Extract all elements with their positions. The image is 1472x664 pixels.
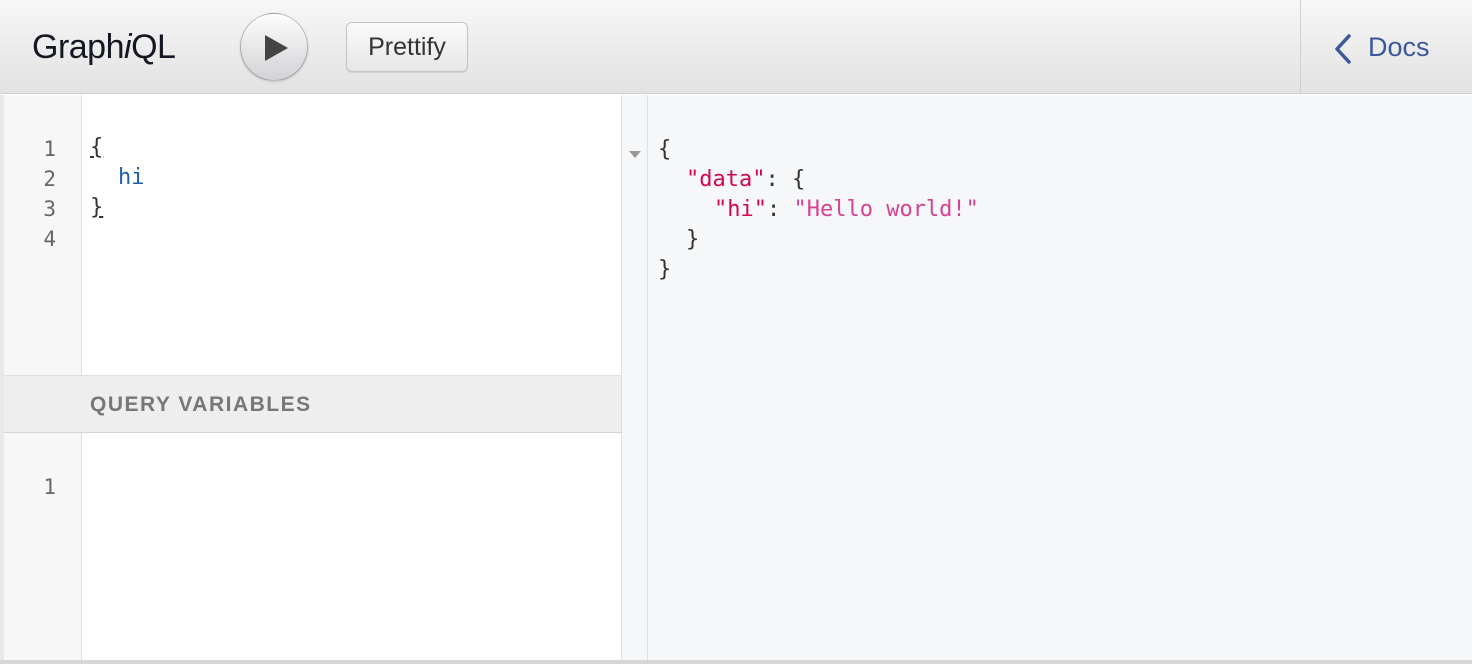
query-line: }: [90, 195, 104, 220]
line-number: 1: [43, 475, 56, 499]
app-title: GraphiQL: [32, 28, 176, 66]
result-gutter: [622, 95, 648, 660]
toolbar: GraphiQL Prettify: [0, 0, 1300, 94]
query-line: hi: [118, 165, 145, 190]
result-line: "hi": "Hello world!": [714, 197, 979, 222]
result-line: }: [658, 257, 672, 282]
result-line: {: [658, 137, 672, 162]
result-viewer: { "data": { "hi": "Hello world!" } }: [621, 95, 1472, 660]
fold-arrow-icon[interactable]: [628, 150, 642, 160]
bottom-border: [0, 660, 1472, 664]
json-key: "data": [686, 167, 766, 192]
docs-label: Docs: [1368, 32, 1430, 62]
chevron-left-icon: [1335, 34, 1351, 64]
play-icon: [265, 35, 288, 61]
json-key: "hi": [714, 197, 767, 222]
prettify-button[interactable]: Prettify: [346, 22, 468, 72]
query-editor[interactable]: 1 2 3 4 { hi }: [4, 95, 621, 375]
line-number: 1: [43, 137, 56, 161]
line-number: 3: [43, 197, 56, 221]
docs-toggle[interactable]: Docs: [1300, 0, 1472, 94]
graphiql-app: GraphiQL Prettify Docs 1 2 3 4 { hi } QU…: [0, 0, 1472, 664]
line-number: 4: [43, 227, 56, 251]
query-variables-header[interactable]: QUERY VARIABLES: [4, 375, 621, 433]
query-variables-title: QUERY VARIABLES: [90, 393, 312, 416]
json-string: "Hello world!": [793, 197, 979, 222]
line-number: 2: [43, 167, 56, 191]
variables-gutter: 1: [4, 433, 82, 660]
query-line: {: [90, 135, 104, 160]
result-line: }: [686, 227, 700, 252]
query-gutter: 1 2 3 4: [4, 95, 82, 375]
execute-query-button[interactable]: [240, 13, 308, 81]
variables-editor[interactable]: 1: [4, 433, 621, 660]
result-line: "data": {: [686, 167, 806, 192]
